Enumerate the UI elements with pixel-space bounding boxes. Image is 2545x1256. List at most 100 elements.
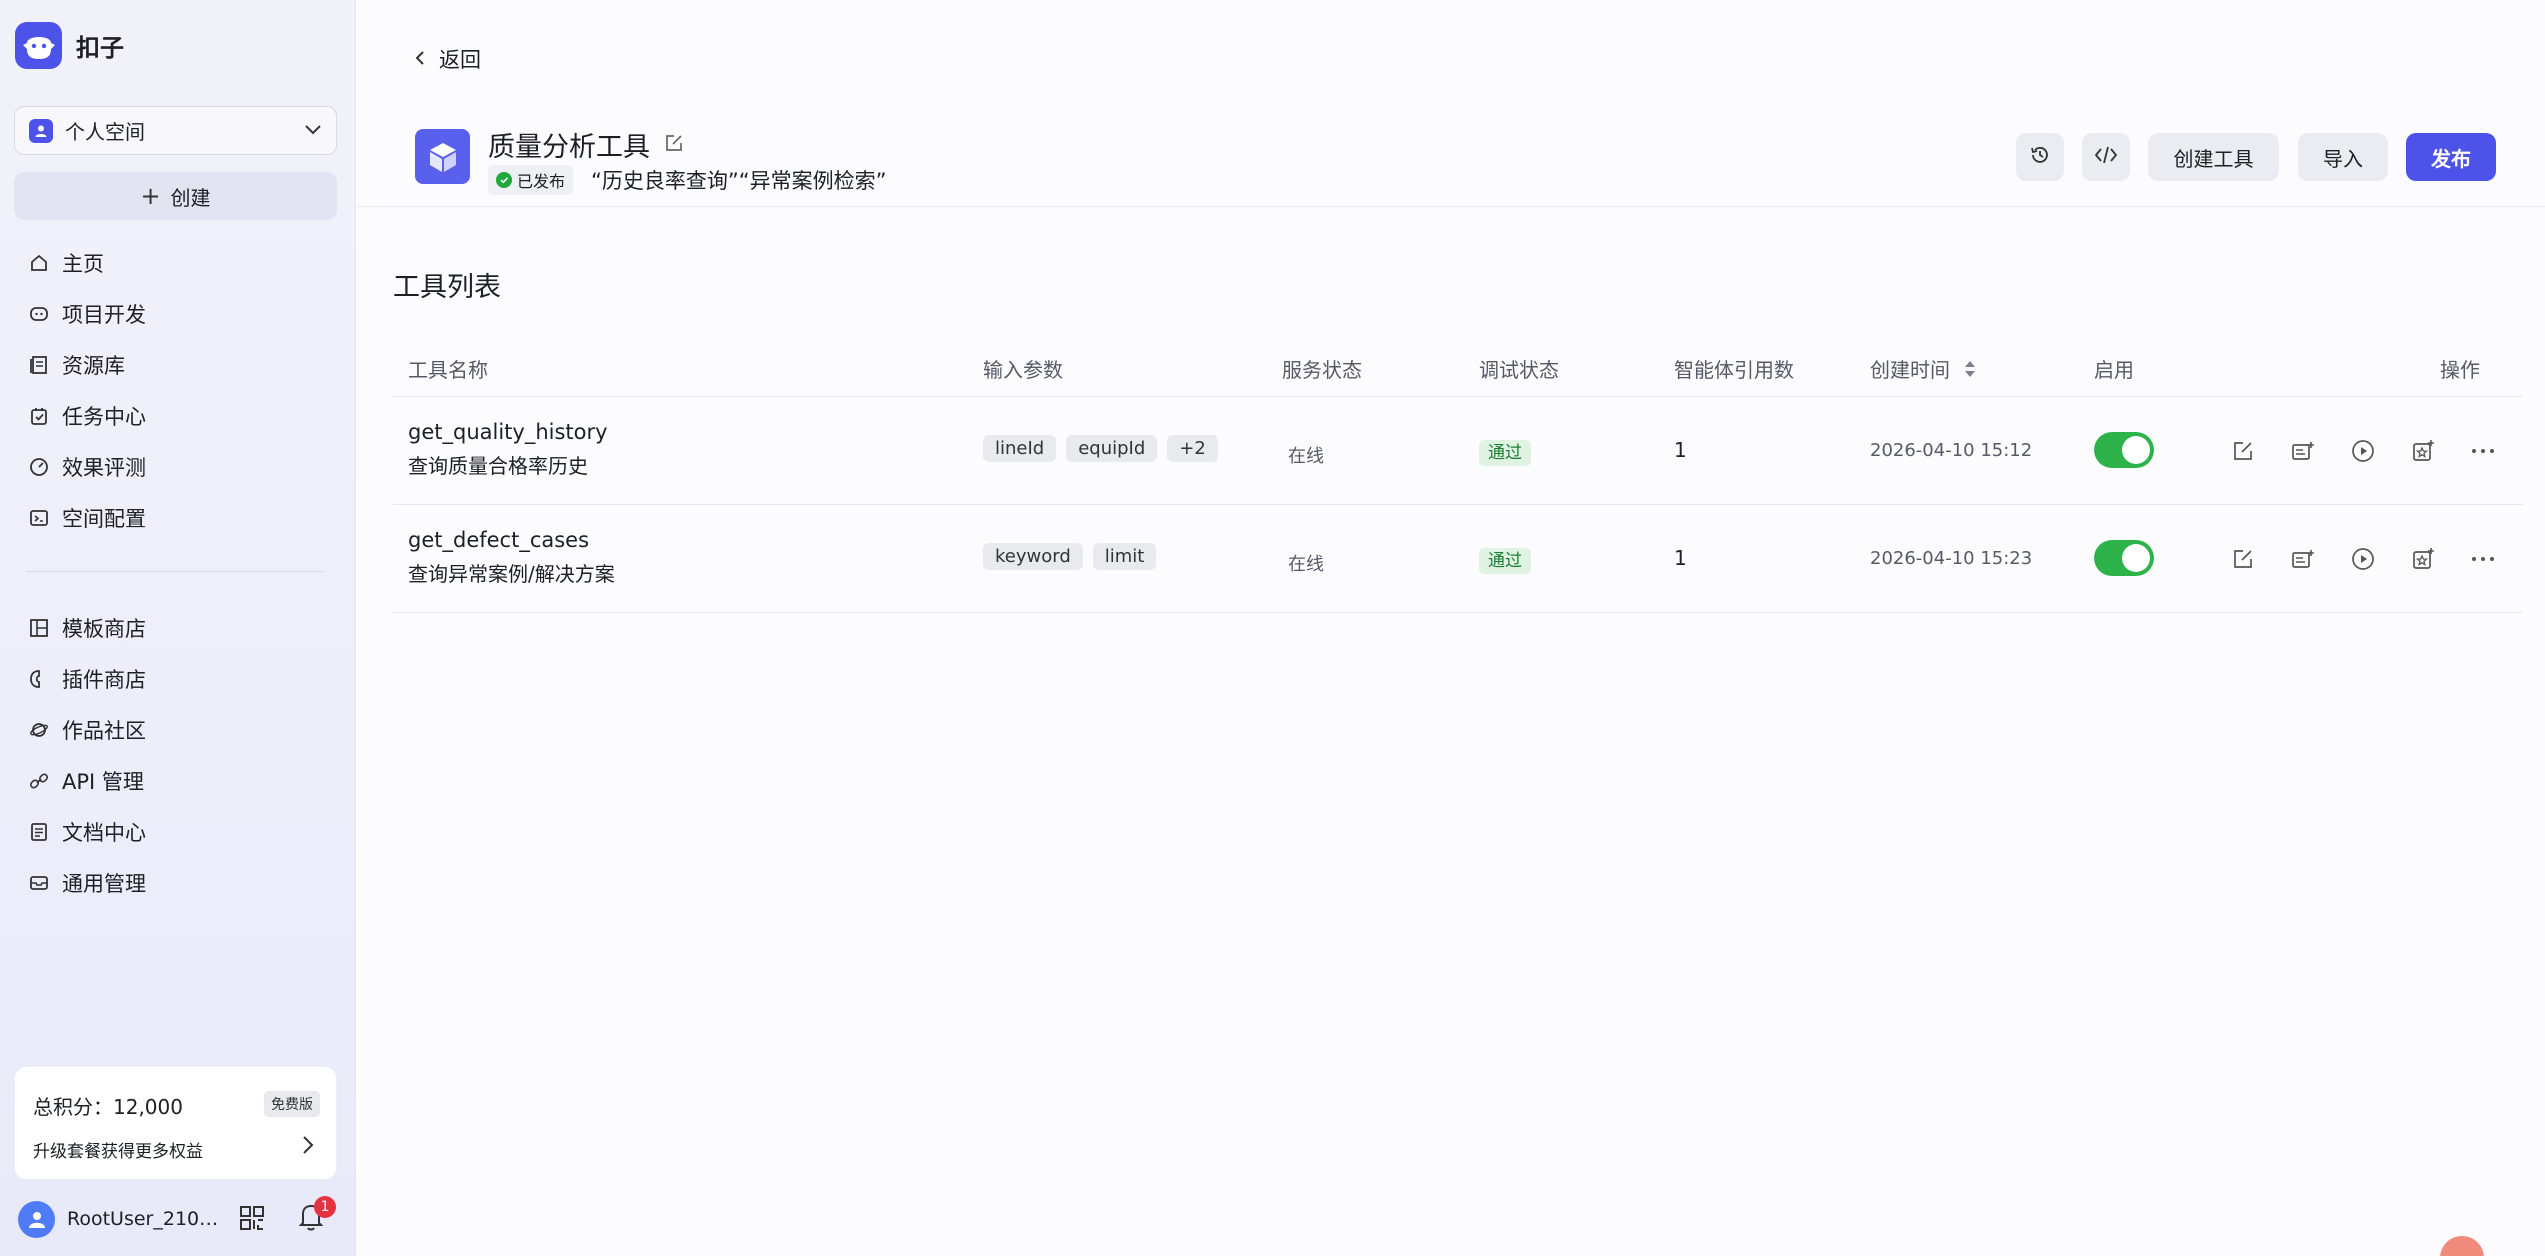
enable-toggle[interactable] xyxy=(2094,432,2154,468)
more-icon[interactable] xyxy=(2470,438,2496,464)
table-row[interactable]: get_quality_history 查询质量合格率历史 lineId equi… xyxy=(393,397,2523,505)
col-created[interactable]: 创建时间 xyxy=(1870,354,1976,384)
space-selector[interactable]: 个人空间 xyxy=(14,106,337,155)
param-more-tag[interactable]: +2 xyxy=(1167,435,1218,462)
chevron-right-icon[interactable] xyxy=(302,1135,314,1159)
main-content: 返回 质量分析工具 已发布 “历史良率查询”“异常案例检索” 创建工具 导入 发… xyxy=(357,0,2545,1256)
nav-item-home[interactable]: 主页 xyxy=(14,237,334,288)
nav-item-template-store[interactable]: 模板商店 xyxy=(14,602,334,653)
nav-item-project[interactable]: 项目开发 xyxy=(14,288,334,339)
home-icon xyxy=(28,252,50,274)
debug-status-cell: 通过 xyxy=(1479,438,1531,466)
edit-icon[interactable] xyxy=(2230,438,2256,464)
chevron-left-icon xyxy=(415,47,425,71)
plugin-cube-icon xyxy=(415,129,470,184)
history-icon xyxy=(2029,144,2051,171)
play-icon[interactable] xyxy=(2350,438,2376,464)
space-label: 个人空间 xyxy=(65,120,145,144)
toggle-knob xyxy=(2122,544,2150,572)
nav-label: 文档中心 xyxy=(62,820,146,845)
nav-item-evaluation[interactable]: 效果评测 xyxy=(14,441,334,492)
header-divider xyxy=(357,206,2545,207)
back-button[interactable]: 返回 xyxy=(415,44,481,74)
primary-nav: 主页 项目开发 资源库 任务中心 效果评测 空间配置 xyxy=(14,237,334,543)
service-status: 在线 xyxy=(1288,446,1324,467)
col-actions: 操作 xyxy=(2440,358,2480,382)
nav-label: 空间配置 xyxy=(62,506,146,531)
inbox-icon xyxy=(28,872,50,894)
config-icon xyxy=(28,507,50,529)
publish-button[interactable]: 发布 xyxy=(2406,133,2496,181)
tools-table: 工具名称 输入参数 服务状态 调试状态 智能体引用数 创建时间 启用 操作 ge… xyxy=(393,340,2523,613)
library-icon xyxy=(28,354,50,376)
col-created-label: 创建时间 xyxy=(1870,358,1950,382)
add-favorite-icon[interactable] xyxy=(2410,438,2436,464)
create-label: 创建 xyxy=(170,185,211,210)
tool-name: get_defect_cases xyxy=(408,528,590,552)
qr-scan-icon[interactable] xyxy=(238,1204,266,1236)
nav-label: 资源库 xyxy=(62,353,125,378)
plan-badge: 免费版 xyxy=(264,1091,320,1117)
user-name[interactable]: RootUser_210… xyxy=(67,1208,217,1230)
coze-logo-icon xyxy=(15,22,62,69)
nav-item-general-admin[interactable]: 通用管理 xyxy=(14,857,334,908)
edit-params-icon[interactable] xyxy=(2290,438,2316,464)
nav-item-community[interactable]: 作品社区 xyxy=(14,704,334,755)
nav-item-task[interactable]: 任务中心 xyxy=(14,390,334,441)
import-button[interactable]: 导入 xyxy=(2298,133,2388,181)
nav-label: 作品社区 xyxy=(62,718,146,743)
secondary-nav: 模板商店 插件商店 作品社区 API 管理 文档中心 通用管理 xyxy=(14,602,334,908)
template-icon xyxy=(28,617,50,639)
check-circle-icon xyxy=(496,172,512,188)
debug-status-badge: 通过 xyxy=(1479,440,1531,466)
row-actions xyxy=(2230,438,2530,464)
sort-icon[interactable] xyxy=(1964,359,1976,384)
table-row[interactable]: get_defect_cases 查询异常案例/解决方案 keyword limi… xyxy=(393,505,2523,613)
col-name: 工具名称 xyxy=(408,358,488,382)
avatar[interactable] xyxy=(18,1200,55,1238)
row-actions xyxy=(2230,546,2530,572)
tool-description: 查询异常案例/解决方案 xyxy=(408,562,615,586)
nav-label: 项目开发 xyxy=(62,302,146,327)
upgrade-link[interactable]: 升级套餐获得更多权益 xyxy=(33,1137,203,1162)
status-label: 已发布 xyxy=(517,172,566,191)
edit-icon[interactable] xyxy=(664,129,684,160)
add-favorite-icon[interactable] xyxy=(2410,546,2436,572)
nav-item-space-config[interactable]: 空间配置 xyxy=(14,492,334,543)
link-icon xyxy=(28,770,50,792)
plugin-title-row: 质量分析工具 xyxy=(488,125,684,164)
create-tool-button[interactable]: 创建工具 xyxy=(2148,133,2279,181)
credits-card: 总积分：12,000 免费版 升级套餐获得更多权益 xyxy=(14,1066,337,1180)
play-icon[interactable] xyxy=(2350,546,2376,572)
plugin-status-row: 已发布 “历史良率查询”“异常案例检索” xyxy=(488,165,887,195)
edit-icon[interactable] xyxy=(2230,546,2256,572)
enable-toggle[interactable] xyxy=(2094,540,2154,576)
section-title: 工具列表 xyxy=(393,272,501,303)
tool-cell: get_quality_history 查询质量合格率历史 xyxy=(408,420,608,479)
plugin-description: “历史良率查询”“异常案例检索” xyxy=(591,169,887,193)
nav-label: 通用管理 xyxy=(62,871,146,896)
nav-label: 任务中心 xyxy=(62,404,146,429)
create-button[interactable]: + 创建 xyxy=(14,172,337,220)
plugin-store-icon xyxy=(28,668,50,690)
nav-item-api[interactable]: API 管理 xyxy=(14,755,334,806)
reference-count: 1 xyxy=(1674,546,1687,570)
col-service: 服务状态 xyxy=(1282,358,1362,382)
nav-label: 模板商店 xyxy=(62,616,146,641)
brand[interactable]: 扣子 xyxy=(15,22,124,69)
history-button[interactable] xyxy=(2016,133,2064,181)
notification-count-badge: 1 xyxy=(314,1196,336,1218)
col-refs: 智能体引用数 xyxy=(1674,358,1794,382)
project-icon xyxy=(28,303,50,325)
created-time: 2026-04-10 15:12 xyxy=(1870,440,2033,461)
nav-item-plugin-store[interactable]: 插件商店 xyxy=(14,653,334,704)
edit-params-icon[interactable] xyxy=(2290,546,2316,572)
nav-item-docs[interactable]: 文档中心 xyxy=(14,806,334,857)
plus-icon: + xyxy=(140,182,161,210)
nav-item-library[interactable]: 资源库 xyxy=(14,339,334,390)
code-button[interactable] xyxy=(2082,133,2130,181)
debug-status-cell: 通过 xyxy=(1479,546,1531,574)
param-tag: lineId xyxy=(983,435,1057,462)
doc-icon xyxy=(28,821,50,843)
more-icon[interactable] xyxy=(2470,546,2496,572)
